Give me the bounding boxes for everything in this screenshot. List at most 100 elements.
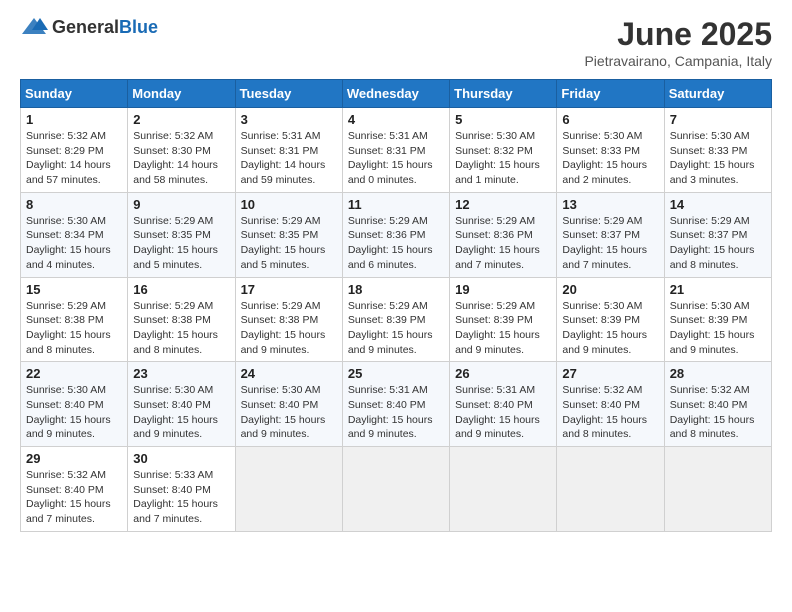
day-info: Sunrise: 5:30 AM Sunset: 8:40 PM Dayligh… xyxy=(133,383,229,442)
calendar-cell: 3 Sunrise: 5:31 AM Sunset: 8:31 PM Daylig… xyxy=(235,108,342,193)
day-info: Sunrise: 5:30 AM Sunset: 8:34 PM Dayligh… xyxy=(26,214,122,273)
day-info: Sunrise: 5:29 AM Sunset: 8:39 PM Dayligh… xyxy=(455,299,551,358)
day-number: 23 xyxy=(133,366,229,381)
calendar-cell: 16 Sunrise: 5:29 AM Sunset: 8:38 PM Dayli… xyxy=(128,277,235,362)
day-info: Sunrise: 5:32 AM Sunset: 8:30 PM Dayligh… xyxy=(133,129,229,188)
calendar-cell: 17Sunrise: 5:29 AM Sunset: 8:38 PM Dayli… xyxy=(235,277,342,362)
day-number: 16 xyxy=(133,282,229,297)
day-info: Sunrise: 5:29 AM Sunset: 8:38 PM Dayligh… xyxy=(241,299,337,358)
logo-text: GeneralBlue xyxy=(52,17,158,38)
day-number: 18 xyxy=(348,282,444,297)
title-area: June 2025 Pietravairano, Campania, Italy xyxy=(584,16,772,69)
calendar-week-row: 15 Sunrise: 5:29 AM Sunset: 8:38 PM Dayli… xyxy=(21,277,772,362)
calendar-cell xyxy=(235,447,342,532)
page-header: GeneralBlue June 2025 Pietravairano, Cam… xyxy=(20,16,772,69)
calendar-cell: 22 Sunrise: 5:30 AM Sunset: 8:40 PM Dayli… xyxy=(21,362,128,447)
weekday-header-saturday: Saturday xyxy=(664,80,771,108)
calendar-subtitle: Pietravairano, Campania, Italy xyxy=(584,53,772,69)
calendar-cell: 23 Sunrise: 5:30 AM Sunset: 8:40 PM Dayli… xyxy=(128,362,235,447)
day-info: Sunrise: 5:32 AM Sunset: 8:40 PM Dayligh… xyxy=(26,468,122,527)
weekday-header-sunday: Sunday xyxy=(21,80,128,108)
day-number: 14 xyxy=(670,197,766,212)
day-info: Sunrise: 5:30 AM Sunset: 8:33 PM Dayligh… xyxy=(562,129,658,188)
day-number: 10 xyxy=(241,197,337,212)
weekday-header-monday: Monday xyxy=(128,80,235,108)
day-number: 1 xyxy=(26,112,122,127)
calendar-cell: 25Sunrise: 5:31 AM Sunset: 8:40 PM Dayli… xyxy=(342,362,449,447)
calendar-cell: 27 Sunrise: 5:32 AM Sunset: 8:40 PM Dayli… xyxy=(557,362,664,447)
weekday-header-thursday: Thursday xyxy=(450,80,557,108)
calendar-cell: 30 Sunrise: 5:33 AM Sunset: 8:40 PM Dayli… xyxy=(128,447,235,532)
calendar-cell: 11Sunrise: 5:29 AM Sunset: 8:36 PM Dayli… xyxy=(342,192,449,277)
day-info: Sunrise: 5:29 AM Sunset: 8:39 PM Dayligh… xyxy=(348,299,444,358)
calendar-cell: 5 Sunrise: 5:30 AM Sunset: 8:32 PM Daylig… xyxy=(450,108,557,193)
calendar-cell: 12 Sunrise: 5:29 AM Sunset: 8:36 PM Dayli… xyxy=(450,192,557,277)
day-info: Sunrise: 5:30 AM Sunset: 8:40 PM Dayligh… xyxy=(241,383,337,442)
day-number: 7 xyxy=(670,112,766,127)
day-info: Sunrise: 5:30 AM Sunset: 8:33 PM Dayligh… xyxy=(670,129,766,188)
day-number: 13 xyxy=(562,197,658,212)
calendar-cell: 6 Sunrise: 5:30 AM Sunset: 8:33 PM Daylig… xyxy=(557,108,664,193)
day-number: 19 xyxy=(455,282,551,297)
calendar-cell: 13 Sunrise: 5:29 AM Sunset: 8:37 PM Dayli… xyxy=(557,192,664,277)
calendar-cell: 18 Sunrise: 5:29 AM Sunset: 8:39 PM Dayli… xyxy=(342,277,449,362)
calendar-cell: 19 Sunrise: 5:29 AM Sunset: 8:39 PM Dayli… xyxy=(450,277,557,362)
day-number: 8 xyxy=(26,197,122,212)
calendar-cell xyxy=(664,447,771,532)
day-info: Sunrise: 5:29 AM Sunset: 8:37 PM Dayligh… xyxy=(670,214,766,273)
day-number: 3 xyxy=(241,112,337,127)
day-number: 21 xyxy=(670,282,766,297)
day-info: Sunrise: 5:29 AM Sunset: 8:38 PM Dayligh… xyxy=(133,299,229,358)
calendar-cell xyxy=(342,447,449,532)
day-number: 15 xyxy=(26,282,122,297)
calendar-cell xyxy=(557,447,664,532)
day-info: Sunrise: 5:32 AM Sunset: 8:29 PM Dayligh… xyxy=(26,129,122,188)
day-info: Sunrise: 5:31 AM Sunset: 8:31 PM Dayligh… xyxy=(241,129,337,188)
day-number: 27 xyxy=(562,366,658,381)
day-info: Sunrise: 5:30 AM Sunset: 8:32 PM Dayligh… xyxy=(455,129,551,188)
calendar-cell: 29 Sunrise: 5:32 AM Sunset: 8:40 PM Dayli… xyxy=(21,447,128,532)
day-info: Sunrise: 5:31 AM Sunset: 8:31 PM Dayligh… xyxy=(348,129,444,188)
weekday-header-wednesday: Wednesday xyxy=(342,80,449,108)
day-number: 28 xyxy=(670,366,766,381)
calendar-cell: 7 Sunrise: 5:30 AM Sunset: 8:33 PM Daylig… xyxy=(664,108,771,193)
day-info: Sunrise: 5:29 AM Sunset: 8:36 PM Dayligh… xyxy=(455,214,551,273)
day-number: 5 xyxy=(455,112,551,127)
calendar-cell: 15Sunrise: 5:29 AM Sunset: 8:38 PM Dayli… xyxy=(21,277,128,362)
day-info: Sunrise: 5:30 AM Sunset: 8:40 PM Dayligh… xyxy=(26,383,122,442)
day-info: Sunrise: 5:30 AM Sunset: 8:39 PM Dayligh… xyxy=(670,299,766,358)
day-number: 6 xyxy=(562,112,658,127)
calendar-week-row: 29 Sunrise: 5:32 AM Sunset: 8:40 PM Dayli… xyxy=(21,447,772,532)
day-info: Sunrise: 5:29 AM Sunset: 8:36 PM Dayligh… xyxy=(348,214,444,273)
day-info: Sunrise: 5:33 AM Sunset: 8:40 PM Dayligh… xyxy=(133,468,229,527)
day-number: 4 xyxy=(348,112,444,127)
weekday-header-friday: Friday xyxy=(557,80,664,108)
calendar-cell: 24Sunrise: 5:30 AM Sunset: 8:40 PM Dayli… xyxy=(235,362,342,447)
logo: GeneralBlue xyxy=(20,16,158,38)
day-number: 2 xyxy=(133,112,229,127)
logo-general: General xyxy=(52,17,119,37)
calendar-cell: 2 Sunrise: 5:32 AM Sunset: 8:30 PM Daylig… xyxy=(128,108,235,193)
logo-icon xyxy=(20,16,48,38)
day-info: Sunrise: 5:29 AM Sunset: 8:35 PM Dayligh… xyxy=(133,214,229,273)
day-number: 22 xyxy=(26,366,122,381)
calendar-title: June 2025 xyxy=(584,16,772,53)
calendar-week-row: 22 Sunrise: 5:30 AM Sunset: 8:40 PM Dayli… xyxy=(21,362,772,447)
day-info: Sunrise: 5:30 AM Sunset: 8:39 PM Dayligh… xyxy=(562,299,658,358)
calendar-week-row: 1 Sunrise: 5:32 AM Sunset: 8:29 PM Daylig… xyxy=(21,108,772,193)
day-info: Sunrise: 5:29 AM Sunset: 8:37 PM Dayligh… xyxy=(562,214,658,273)
day-info: Sunrise: 5:32 AM Sunset: 8:40 PM Dayligh… xyxy=(562,383,658,442)
day-info: Sunrise: 5:32 AM Sunset: 8:40 PM Dayligh… xyxy=(670,383,766,442)
calendar-cell: 9Sunrise: 5:29 AM Sunset: 8:35 PM Daylig… xyxy=(128,192,235,277)
day-info: Sunrise: 5:29 AM Sunset: 8:35 PM Dayligh… xyxy=(241,214,337,273)
calendar-cell: 21 Sunrise: 5:30 AM Sunset: 8:39 PM Dayli… xyxy=(664,277,771,362)
calendar-table: SundayMondayTuesdayWednesdayThursdayFrid… xyxy=(20,79,772,532)
day-number: 20 xyxy=(562,282,658,297)
calendar-cell: 10 Sunrise: 5:29 AM Sunset: 8:35 PM Dayli… xyxy=(235,192,342,277)
calendar-cell: 28 Sunrise: 5:32 AM Sunset: 8:40 PM Dayli… xyxy=(664,362,771,447)
calendar-cell: 8 Sunrise: 5:30 AM Sunset: 8:34 PM Daylig… xyxy=(21,192,128,277)
day-number: 12 xyxy=(455,197,551,212)
day-number: 30 xyxy=(133,451,229,466)
day-number: 29 xyxy=(26,451,122,466)
day-number: 25 xyxy=(348,366,444,381)
